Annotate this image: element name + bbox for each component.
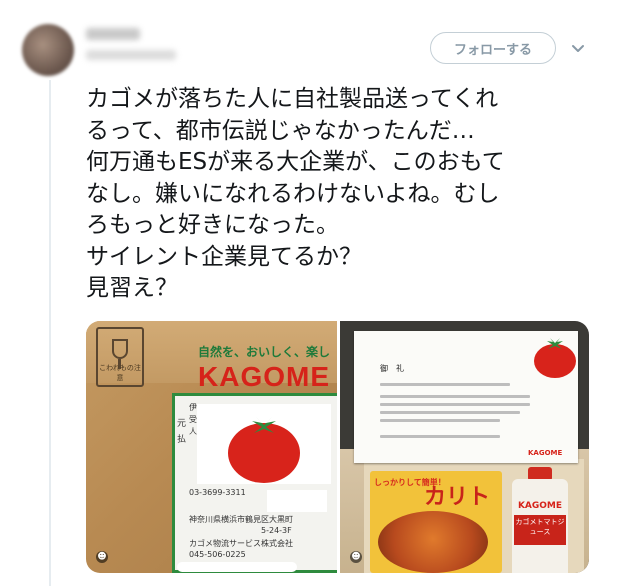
- bottle-label: カゴメトマトジュース: [514, 515, 566, 545]
- tweet-line: ろもっと好きになった。: [86, 212, 339, 238]
- letter-title: 御 礼: [380, 364, 404, 373]
- letter-text-line: [380, 419, 500, 422]
- letter-text-line: [380, 411, 520, 414]
- photo-shipping-box[interactable]: こわれもの注意 自然を、おいしく、楽し KAGOME 元 払 伊 受 人 03-…: [86, 321, 337, 573]
- tomato-sticker-icon: [228, 417, 300, 483]
- redaction: [267, 490, 327, 512]
- label-address: 神奈川県横浜市鶴見区大黒町: [189, 515, 293, 524]
- avatar[interactable]: [22, 24, 74, 76]
- tweet-line: サイレント企業見てるか？: [86, 243, 362, 270]
- tomato-sticker-icon: [534, 338, 576, 378]
- thread-line: [49, 80, 51, 586]
- label-company: カゴメ物流サービス株式会社: [189, 539, 293, 548]
- user-handle-redacted[interactable]: [86, 50, 176, 60]
- label-phone: 045-506-0225: [189, 550, 246, 559]
- label-side-text: 払: [177, 435, 187, 445]
- tweet-line: 見習え？: [86, 275, 178, 301]
- user-name-redacted[interactable]: [86, 28, 140, 40]
- photo-gift-box[interactable]: 御 礼 KAGOME しっかりして簡単！ カリトマ KAGOME カゴメトマトジ…: [340, 321, 589, 573]
- smile-icon[interactable]: ☻: [96, 551, 108, 563]
- tweet-text: カゴメが落ちた人に自社製品送ってくれ るって、都市伝説じゃなかったんだ… 何万通…: [86, 84, 606, 305]
- smile-icon[interactable]: ☻: [350, 551, 362, 563]
- label-text: 人: [189, 427, 197, 436]
- label-address: 5-24-3F: [261, 526, 292, 535]
- media-grid: こわれもの注意 自然を、おいしく、楽し KAGOME 元 払 伊 受 人 03-…: [86, 321, 589, 573]
- follow-button[interactable]: フォローする: [430, 32, 556, 64]
- tweet-line: なし。嫌いになれるわけないよね。むし: [86, 180, 500, 207]
- chevron-down-icon[interactable]: [570, 40, 586, 56]
- tweet-line: カゴメが落ちた人に自社製品送ってくれ: [86, 86, 499, 112]
- kagome-slogan: 自然を、おいしく、楽し: [198, 345, 331, 359]
- fragile-label: こわれもの注意: [99, 364, 141, 382]
- tweet-line: るって、都市伝説じゃなかったんだ…: [86, 117, 475, 144]
- letter-text-line: [380, 403, 530, 406]
- letter-text-line: [380, 395, 530, 398]
- bottle-brand: KAGOME: [517, 501, 563, 511]
- label-text: 受: [189, 415, 197, 424]
- thank-you-letter: 御 礼 KAGOME: [354, 331, 578, 463]
- letter-logo: KAGOME: [528, 449, 563, 457]
- label-text: 伊: [189, 403, 197, 412]
- kagome-logo: KAGOME: [198, 361, 330, 392]
- tweet-line: 何万通もESが来る大企業が、このおもて: [86, 149, 505, 175]
- product-pack: しっかりして簡単！ カリトマ: [370, 471, 502, 573]
- redaction: [177, 562, 297, 572]
- letter-text-line: [380, 435, 500, 438]
- label-phone: 03-3699-3311: [189, 488, 246, 497]
- glass-icon: [112, 339, 128, 359]
- label-side-text: 元: [177, 419, 187, 429]
- fragile-mark: こわれもの注意: [96, 327, 144, 387]
- kagome-banner: 自然を、おいしく、楽し KAGOME: [198, 335, 337, 395]
- letter-text-line: [380, 383, 510, 386]
- pack-food-image: [378, 511, 488, 573]
